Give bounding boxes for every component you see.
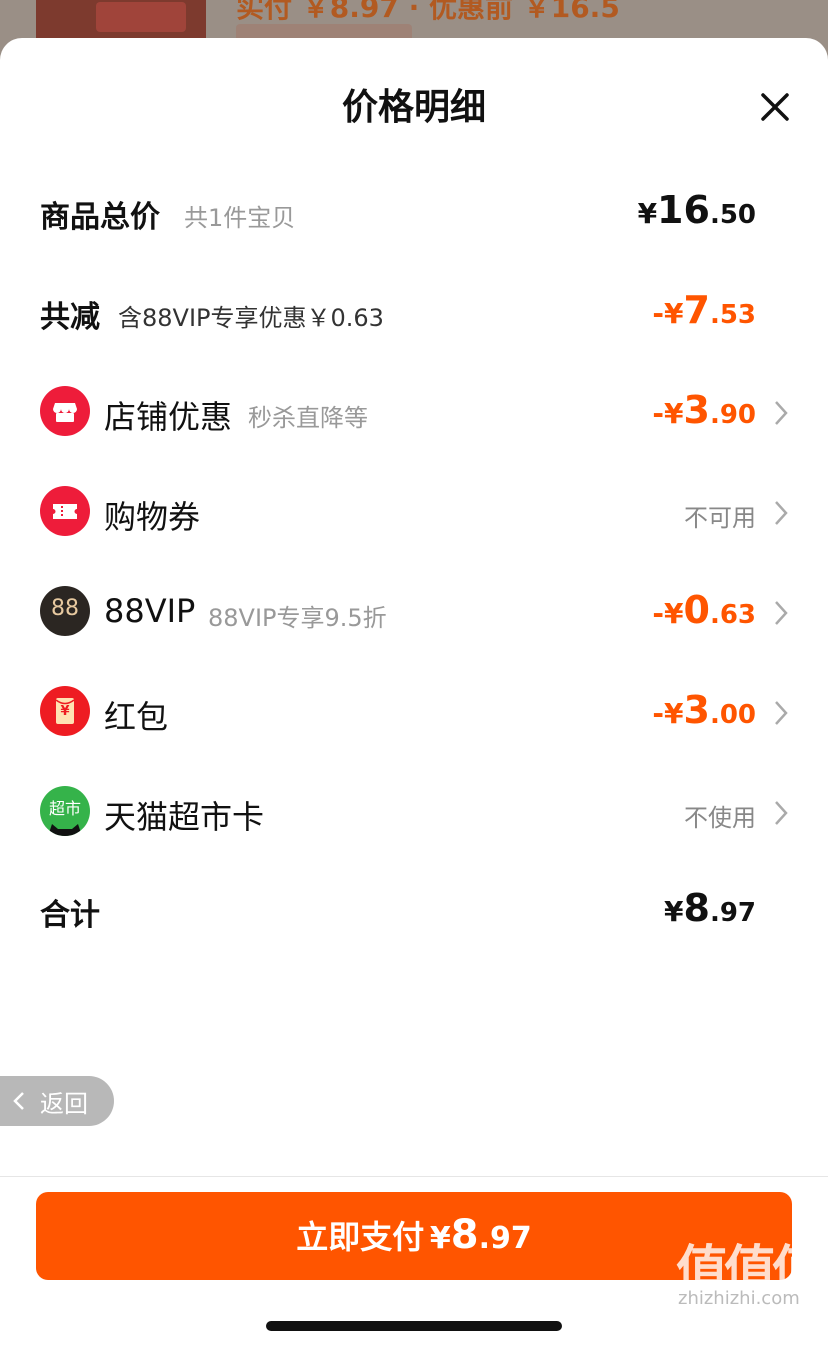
vip-discount-note: 含88VIP专享优惠￥0.63 bbox=[118, 304, 384, 332]
back-button[interactable]: 返回 bbox=[0, 1076, 114, 1126]
total-discount-row: 共减 含88VIP专享优惠￥0.63 -¥7.53 bbox=[0, 284, 828, 344]
88vip-row[interactable]: 88 88VIP 88VIP专享9.5折 -¥0.63 bbox=[0, 584, 828, 644]
chevron-right-icon bbox=[775, 801, 788, 825]
chevron-right-icon bbox=[775, 501, 788, 525]
divider bbox=[0, 1176, 828, 1177]
chevron-left-icon bbox=[13, 1092, 24, 1110]
shop-discount-row[interactable]: 店铺优惠 秒杀直降等 -¥3.90 bbox=[0, 384, 828, 444]
tmall-supermarket-card-row[interactable]: 超市 天猫超市卡 不使用 bbox=[0, 784, 828, 844]
88vip-icon: 88 bbox=[40, 586, 90, 636]
tmall-supermarket-card-icon: 超市 bbox=[40, 786, 90, 836]
red-packet-row[interactable]: ¥ 红包 -¥3.00 bbox=[0, 684, 828, 744]
goods-total-label: 商品总价 bbox=[40, 200, 160, 235]
red-packet-icon: ¥ bbox=[40, 686, 90, 736]
shopping-coupon-row[interactable]: 购物券 不可用 bbox=[0, 484, 828, 544]
chevron-right-icon bbox=[775, 701, 788, 725]
close-button[interactable] bbox=[754, 86, 796, 128]
red-packet-amount: -¥3.00 bbox=[652, 688, 756, 732]
goods-total-amount: ¥16.50 bbox=[637, 188, 756, 232]
total-discount-amount: -¥7.53 bbox=[652, 288, 756, 332]
watermark: 值值值 zhizhizhi.com bbox=[676, 1228, 824, 1328]
tmall-card-status: 不使用 bbox=[684, 804, 756, 832]
chevron-right-icon bbox=[775, 401, 788, 425]
pay-currency: ¥ bbox=[429, 1221, 451, 1256]
total-discount-label: 共减 bbox=[40, 300, 100, 335]
grand-total-amount: ¥8.97 bbox=[664, 886, 756, 930]
goods-count-text: 共1件宝贝 bbox=[184, 204, 296, 232]
price-detail-sheet: 价格明细 商品总价 共1件宝贝 ¥16.50 共减 含88VIP专享优惠￥0.6… bbox=[0, 38, 828, 1346]
watermark-url: zhizhizhi.com bbox=[678, 1288, 800, 1309]
grand-total-label: 合计 bbox=[40, 898, 100, 933]
shop-discount-label: 店铺优惠 bbox=[104, 398, 233, 436]
88vip-label: 88VIP bbox=[104, 592, 196, 630]
chevron-right-icon bbox=[775, 601, 788, 625]
back-label: 返回 bbox=[40, 1090, 88, 1118]
shop-icon bbox=[40, 386, 90, 436]
88vip-sub: 88VIP专享9.5折 bbox=[208, 604, 387, 632]
close-icon bbox=[761, 93, 789, 121]
shopping-coupon-label: 购物券 bbox=[104, 498, 201, 536]
shop-discount-amount: -¥3.90 bbox=[652, 388, 756, 432]
coupon-status: 不可用 bbox=[684, 504, 756, 532]
shop-discount-sub: 秒杀直降等 bbox=[248, 404, 368, 432]
88vip-amount: -¥0.63 bbox=[652, 588, 756, 632]
sheet-title: 价格明细 bbox=[341, 87, 486, 128]
coupon-icon bbox=[40, 486, 90, 536]
pay-amount-int: 8 bbox=[450, 1212, 479, 1258]
pay-amount-dec: .97 bbox=[478, 1221, 532, 1256]
grand-total-row: 合计 ¥8.97 bbox=[0, 882, 828, 942]
tmall-card-label: 天猫超市卡 bbox=[104, 798, 265, 836]
background-price-text: 实付 ￥8.97 · 优惠前 ￥16.5 bbox=[236, 0, 620, 24]
home-indicator bbox=[266, 1321, 562, 1331]
pay-label: 立即支付 bbox=[296, 1218, 425, 1256]
red-packet-label: 红包 bbox=[104, 698, 169, 736]
goods-total-row: 商品总价 共1件宝贝 ¥16.50 bbox=[0, 184, 828, 244]
